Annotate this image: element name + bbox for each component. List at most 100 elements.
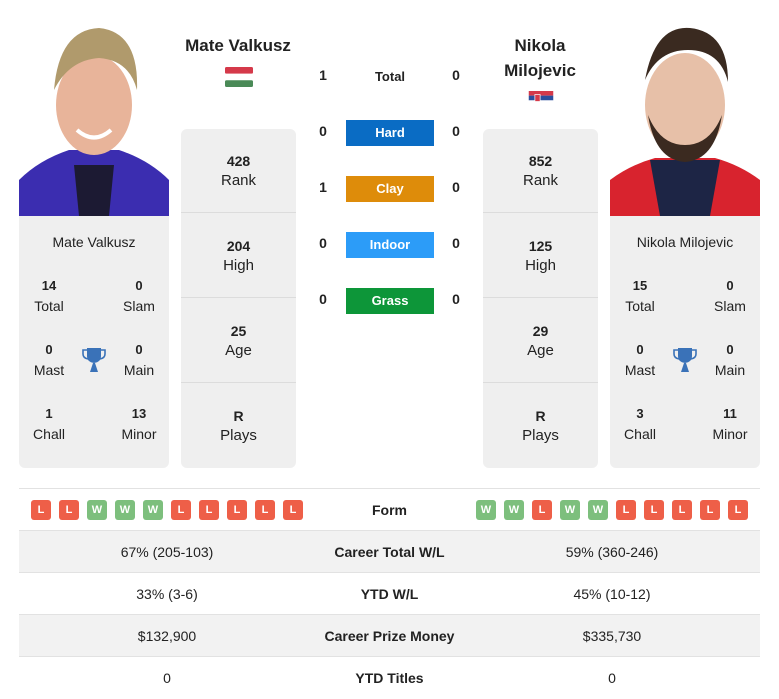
form-badge-win[interactable]: W (87, 499, 107, 520)
player-name-right-last: Milojevic (504, 61, 576, 80)
titles-chall-value: 3 (636, 406, 644, 421)
form-badge-loss[interactable]: L (199, 499, 219, 520)
titles-slam: 0 Slam (109, 276, 169, 316)
form-label: Form (372, 501, 407, 518)
stat-plays: R Plays (483, 384, 598, 468)
form-badge-loss[interactable]: L (227, 499, 247, 520)
stat-plays-value: R (535, 408, 546, 424)
h2h-indoor-right: 0 (452, 235, 460, 251)
titles-chall-value: 1 (45, 406, 53, 421)
titles-total-label: Total (34, 298, 64, 314)
titles-mast-label: Mast (33, 362, 65, 378)
stat-rank: 852 Rank (483, 129, 598, 213)
stat-high-label: High (223, 257, 254, 274)
form-badge-win[interactable]: W (588, 499, 608, 520)
row-label: Career Prize Money (324, 627, 455, 644)
titles-slam-value: 0 (135, 278, 143, 293)
titles-minor-label: Minor (712, 426, 748, 442)
form-badge-loss[interactable]: L (728, 499, 748, 520)
trophy-icon (82, 348, 106, 372)
titles-slam-label: Slam (714, 298, 746, 314)
table-row: 67% (205-103) Career Total W/L 59% (360-… (19, 530, 760, 572)
surface-clay-button[interactable]: Clay (346, 176, 434, 202)
h2h-hard-left: 0 (319, 123, 327, 139)
form-badge-win[interactable]: W (115, 499, 135, 520)
serbia-flag-icon (528, 91, 554, 105)
titles-chall-label: Chall (33, 426, 65, 442)
form-badge-loss[interactable]: L (255, 499, 275, 520)
h2h-grass-right: 0 (452, 291, 460, 307)
form-badge-loss[interactable]: L (644, 499, 664, 520)
form-row: LLWWWLLLLL Form WWLWWLLLLL (19, 488, 760, 530)
titles-total: 15 Total (610, 276, 670, 316)
stat-high: 125 High (483, 214, 598, 298)
stat-age-value: 25 (230, 323, 247, 339)
titles-minor: 13 Minor (109, 404, 169, 444)
player-photo-right-image (610, 20, 760, 216)
row-right-value: 0 (608, 669, 616, 686)
titles-mast-value: 0 (45, 342, 53, 357)
row-right-value: $335,730 (582, 627, 642, 644)
titles-main-label: Main (123, 362, 155, 378)
row-right-value: 45% (10-12) (573, 585, 651, 602)
player-stats-left: 428 Rank 204 High 25 Age R Plays (181, 129, 296, 468)
hungary-flag-icon (225, 67, 253, 87)
form-badge-win[interactable]: W (560, 499, 580, 520)
form-badge-loss[interactable]: L (171, 499, 191, 520)
titles-chall: 3 Chall (610, 404, 670, 444)
stat-age-label: Age (527, 342, 554, 359)
titles-slam-value: 0 (726, 278, 734, 293)
form-badge-loss[interactable]: L (59, 499, 79, 520)
form-badge-loss[interactable]: L (532, 499, 552, 520)
form-badge-loss[interactable]: L (616, 499, 636, 520)
form-badge-loss[interactable]: L (700, 499, 720, 520)
titles-minor-value: 13 (131, 406, 147, 421)
comparison-table: LLWWWLLLLL Form WWLWWLLLLL 67% (205-103)… (19, 488, 760, 698)
stat-age: 29 Age (483, 299, 598, 383)
form-badge-win[interactable]: W (504, 499, 524, 520)
form-right: WWLWWLLLLL (464, 499, 760, 520)
form-badge-loss[interactable]: L (672, 499, 692, 520)
titles-main: 0 Main (109, 340, 169, 380)
stat-rank-label: Rank (522, 172, 559, 189)
stat-rank-label: Rank (220, 172, 257, 189)
stat-rank-value: 428 (226, 153, 251, 169)
player-name-left[interactable]: Mate Valkusz (172, 33, 304, 58)
stat-high-value: 204 (226, 238, 251, 254)
form-badge-loss[interactable]: L (283, 499, 303, 520)
player-name-right-first: Nikola (514, 36, 566, 55)
h2h-clay-left: 1 (319, 179, 327, 195)
stat-age-value: 29 (532, 323, 549, 339)
form-badge-win[interactable]: W (476, 499, 496, 520)
titles-mast: 0 Mast (19, 340, 79, 380)
form-badge-win[interactable]: W (143, 499, 163, 520)
titles-mast-value: 0 (636, 342, 644, 357)
stat-high-label: High (525, 257, 556, 274)
h2h-total-label: Total (374, 69, 406, 84)
titles-minor: 11 Minor (700, 404, 760, 444)
row-left-value: 33% (3-6) (136, 585, 198, 602)
stat-rank: 428 Rank (181, 129, 296, 213)
stat-rank-value: 852 (528, 153, 553, 169)
form-badge-loss[interactable]: L (31, 499, 51, 520)
surface-indoor-button[interactable]: Indoor (346, 232, 434, 258)
row-right-value: 59% (360-246) (565, 543, 659, 560)
titles-main-label: Main (714, 362, 746, 378)
table-row: $132,900 Career Prize Money $335,730 (19, 614, 760, 656)
player-card-left: Mate Valkusz 14 Total 0 Slam 0 Mast 0 Ma… (19, 216, 169, 468)
stat-high: 204 High (181, 214, 296, 298)
trophy-icon (673, 348, 697, 372)
table-row: 0 YTD Titles 0 (19, 656, 760, 698)
surface-hard-button[interactable]: Hard (346, 120, 434, 146)
player-name-right[interactable]: Nikola Milojevic (474, 33, 606, 83)
h2h-clay-right: 0 (452, 179, 460, 195)
surface-grass-button[interactable]: Grass (346, 288, 434, 314)
titles-chall: 1 Chall (19, 404, 79, 444)
titles-main-value: 0 (135, 342, 143, 357)
player-photo-left-image (19, 20, 169, 216)
table-row: 33% (3-6) YTD W/L 45% (10-12) (19, 572, 760, 614)
stat-plays-label: Plays (522, 427, 559, 444)
player-card-right: Nikola Milojevic 15 Total 0 Slam 0 Mast … (610, 216, 760, 468)
titles-total-value: 14 (41, 278, 57, 293)
form-left: LLWWWLLLLL (19, 499, 315, 520)
